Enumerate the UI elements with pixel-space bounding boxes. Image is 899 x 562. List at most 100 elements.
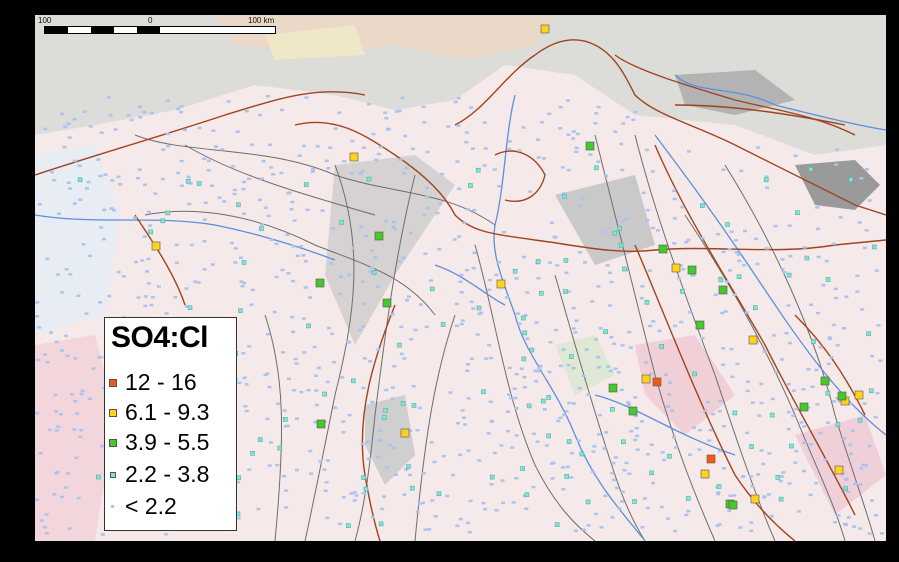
sample-point-tiny [732,494,737,497]
sample-point-tiny [142,110,147,114]
sample-point-small [825,277,831,282]
sample-point-tiny [467,530,472,534]
sample-point-tiny [406,295,411,299]
sample-point-tiny [844,477,849,480]
sample-point-tiny [284,489,289,492]
sample-point-tiny [290,200,295,204]
sample-point-tiny [72,159,77,163]
sample-point-tiny [54,429,59,432]
sample-point-tiny [514,372,519,376]
sample-point-tiny [455,524,460,528]
sample-point-tiny [149,303,154,307]
sample-point-tiny [374,158,379,162]
sample-point-tiny [302,351,307,354]
sample-point-small [700,203,705,208]
sample-point-tiny [433,515,438,518]
sample-point-tiny [174,261,179,265]
sample-point-tiny [54,410,59,413]
sample-point-tiny [352,491,357,494]
sample-point-tiny [536,156,541,159]
sample-point-tiny [620,490,625,494]
sample-point-tiny [266,332,271,336]
sample-point-tiny [619,388,624,392]
sample-point-large [540,24,550,34]
sample-point-tiny [507,147,512,151]
sample-point-tiny [268,441,273,444]
sample-point-tiny [507,393,512,396]
sample-point-small [579,451,585,457]
sample-point-tiny [645,453,650,456]
sample-point-tiny [394,473,399,476]
sample-point-tiny [420,501,425,505]
sample-point-tiny [102,208,107,212]
sample-point-tiny [103,173,108,176]
sample-point-tiny [324,481,329,484]
sample-point-tiny [107,294,112,298]
sample-point-small [808,166,814,172]
sample-point-small [521,356,527,362]
sample-point-tiny [708,428,713,432]
sample-point-tiny [608,271,613,275]
sample-point-tiny [452,238,457,241]
sample-point-tiny [244,109,249,113]
sample-point-tiny [281,351,286,354]
sample-point-tiny [586,524,591,527]
sample-point-tiny [541,157,546,160]
sample-point-tiny [536,138,541,141]
sample-point-tiny [299,390,304,394]
sample-point-large [820,376,830,386]
sample-point-tiny [718,449,723,453]
sample-point-tiny [606,365,611,368]
sample-point-tiny [202,157,207,161]
sample-point-tiny [333,406,338,409]
sample-point-tiny [37,326,42,329]
sample-point-tiny [802,425,807,428]
sample-point-tiny [87,397,92,400]
sample-point-tiny [826,421,831,425]
sample-point-tiny [507,366,512,370]
sample-point-tiny [814,368,819,372]
sample-point-tiny [599,526,604,529]
sample-point-tiny [583,261,588,264]
sample-point-large [641,374,651,384]
sample-point-small [811,339,816,344]
sample-point-small [383,407,388,413]
sample-point-tiny [855,290,860,293]
sample-point-tiny [627,403,632,406]
sample-point-tiny [593,121,598,125]
sample-point-small [489,474,495,480]
sample-point-large [151,241,161,251]
sample-point-tiny [496,185,501,188]
sample-point-tiny [402,493,407,496]
sample-point-tiny [645,208,650,212]
sample-point-tiny [330,332,335,336]
sample-point-tiny [536,276,541,280]
sample-point-small [617,226,622,231]
sample-point-tiny [291,245,296,248]
sample-point-small [529,347,535,353]
sample-point-tiny [728,269,733,272]
sample-point-tiny [521,126,526,129]
sample-point-tiny [596,160,601,164]
sample-point-tiny [331,227,336,230]
sample-point-tiny [50,170,55,174]
map-frame[interactable]: 100 0 100 km SO4:Cl 12 - 16 6.1 - 9.3 3.… [35,15,886,541]
sample-point-tiny [361,325,366,328]
sample-point-tiny [538,364,543,368]
sample-point-tiny [514,434,519,437]
sample-point-tiny [202,268,207,271]
sample-point-tiny [845,490,850,494]
sample-point-tiny [222,200,227,203]
sample-point-tiny [111,208,116,212]
sample-point-tiny [565,99,570,102]
sample-point-tiny [547,261,552,264]
sample-point-small [795,210,800,215]
sample-point-tiny [717,409,722,413]
sample-point-tiny [570,451,575,455]
sample-point-tiny [368,359,373,363]
sample-point-tiny [787,482,792,485]
sample-point-large [671,263,681,273]
sample-point-tiny [534,321,539,324]
sample-point-tiny [337,292,342,296]
sample-point-small [763,177,769,183]
